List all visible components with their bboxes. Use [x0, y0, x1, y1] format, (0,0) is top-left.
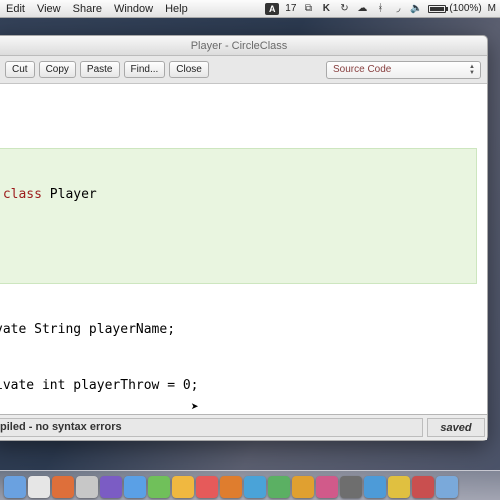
- k-icon[interactable]: K: [320, 3, 332, 15]
- dock-app-5[interactable]: [124, 476, 146, 498]
- adobe-icon[interactable]: A: [265, 3, 279, 15]
- cloud-icon[interactable]: ☁: [356, 3, 368, 15]
- dock-app-3[interactable]: [76, 476, 98, 498]
- wifi-icon[interactable]: ◞: [392, 3, 404, 15]
- menu-help[interactable]: Help: [165, 3, 188, 15]
- menu-share[interactable]: Share: [73, 3, 102, 15]
- dock-app-10[interactable]: [244, 476, 266, 498]
- dock-app-12[interactable]: [292, 476, 314, 498]
- code-editor[interactable]: class Player vate String playerName; iva…: [0, 84, 487, 414]
- dock-app-18[interactable]: [436, 476, 458, 498]
- source-code-label: Source Code: [333, 64, 391, 75]
- kw-class: class: [3, 187, 42, 202]
- paste-button[interactable]: Paste: [80, 61, 120, 78]
- find-button[interactable]: Find...: [124, 61, 166, 78]
- menu-window[interactable]: Window: [114, 3, 153, 15]
- mouse-cursor-icon: ➤: [191, 399, 199, 414]
- dock-app-4[interactable]: [100, 476, 122, 498]
- battery-percent: (100%): [449, 3, 481, 14]
- window-titlebar[interactable]: Player - CircleClass: [0, 36, 487, 56]
- macos-menubar: Edit View Share Window Help A 17 ⧉ K ↻ ☁…: [0, 0, 500, 18]
- classname: Player: [42, 187, 97, 202]
- mod-private-1: vate: [0, 322, 34, 337]
- dock-app-9[interactable]: [220, 476, 242, 498]
- speaker-icon[interactable]: 🔈: [410, 3, 422, 15]
- mod-private-2: ivate: [0, 378, 42, 393]
- dock-app-16[interactable]: [388, 476, 410, 498]
- sync-icon[interactable]: ↻: [338, 3, 350, 15]
- cut-button[interactable]: Cut: [5, 61, 35, 78]
- clock-partial[interactable]: M: [488, 3, 496, 14]
- macos-dock[interactable]: [0, 470, 500, 500]
- editor-window: Player - CircleClass Cut Copy Paste Find…: [0, 35, 488, 441]
- status-bar: piled - no syntax errors saved: [0, 414, 487, 440]
- type-string: String: [34, 322, 81, 337]
- dock-app-1[interactable]: [28, 476, 50, 498]
- dock-app-0[interactable]: [4, 476, 26, 498]
- field-playername: playerName;: [81, 322, 175, 337]
- dock-app-2[interactable]: [52, 476, 74, 498]
- dock-app-8[interactable]: [196, 476, 218, 498]
- bluetooth-icon[interactable]: ᚼ: [374, 3, 386, 15]
- editor-toolbar: Cut Copy Paste Find... Close Source Code…: [0, 56, 487, 84]
- menu-edit[interactable]: Edit: [6, 3, 25, 15]
- close-button[interactable]: Close: [169, 61, 209, 78]
- dock-app-11[interactable]: [268, 476, 290, 498]
- adobe-count: 17: [285, 3, 296, 14]
- battery-status[interactable]: (100%): [428, 3, 481, 14]
- dock-app-6[interactable]: [148, 476, 170, 498]
- dock-app-15[interactable]: [364, 476, 386, 498]
- dropbox-icon[interactable]: ⧉: [302, 3, 314, 15]
- select-arrows-icon: ▲▼: [466, 63, 478, 77]
- window-title: Player - CircleClass: [191, 40, 288, 52]
- dock-app-14[interactable]: [340, 476, 362, 498]
- type-int: int: [42, 378, 65, 393]
- save-status: saved: [427, 418, 485, 437]
- field-playerthrow: playerThrow = 0;: [65, 378, 198, 393]
- source-code-select[interactable]: Source Code ▲▼: [326, 61, 481, 79]
- dock-app-17[interactable]: [412, 476, 434, 498]
- dock-app-7[interactable]: [172, 476, 194, 498]
- compile-status: piled - no syntax errors: [0, 418, 423, 437]
- menu-view[interactable]: View: [37, 3, 61, 15]
- battery-icon: [428, 5, 446, 13]
- copy-button[interactable]: Copy: [39, 61, 76, 78]
- dock-app-13[interactable]: [316, 476, 338, 498]
